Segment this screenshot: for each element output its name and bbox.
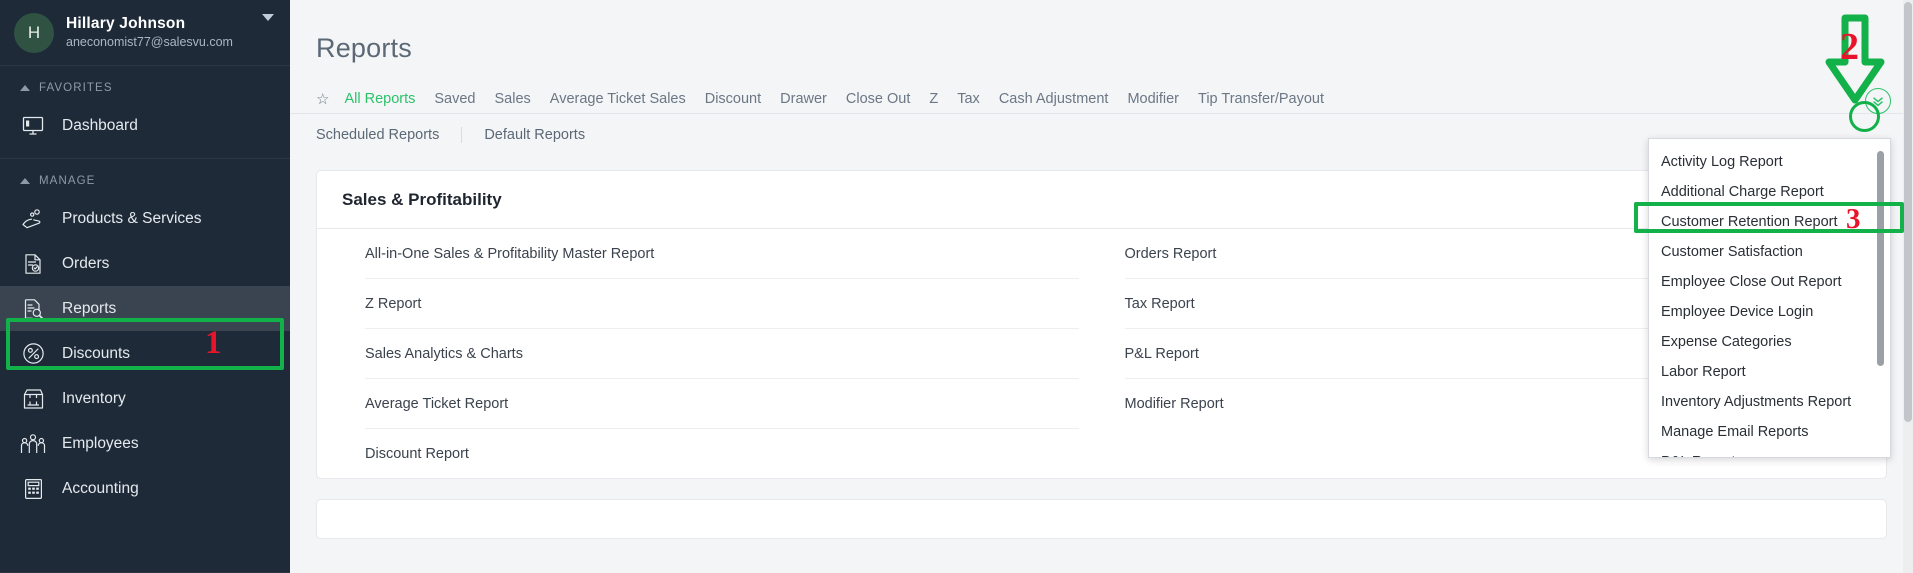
chevron-up-icon — [20, 178, 30, 184]
tab-all-reports[interactable]: All Reports — [344, 91, 415, 107]
subtab-scheduled-reports[interactable]: Scheduled Reports — [316, 127, 461, 143]
report-link-discount[interactable]: Discount Report — [365, 429, 1079, 478]
report-link-sales-analytics[interactable]: Sales Analytics & Charts — [365, 329, 1079, 379]
sidebar-item-label: Employees — [62, 434, 139, 452]
dropdown-item-inventory-adjustments-report[interactable]: Inventory Adjustments Report — [1649, 387, 1890, 417]
reports-icon — [20, 297, 46, 321]
main-content: Reports ☆ All Reports Saved Sales Averag… — [290, 0, 1913, 573]
dropdown-scrollbar-thumb[interactable] — [1877, 151, 1884, 366]
user-email: aneconomist77@salesvu.com — [66, 35, 233, 50]
page-title: Reports — [316, 33, 412, 63]
tab-average-ticket-sales[interactable]: Average Ticket Sales — [550, 91, 686, 107]
chevron-down-icon[interactable] — [262, 14, 274, 21]
user-meta: Hillary Johnson aneconomist77@salesvu.co… — [66, 14, 233, 51]
sidebar: H Hillary Johnson aneconomist77@salesvu.… — [0, 0, 290, 573]
tab-tax[interactable]: Tax — [957, 91, 980, 107]
sidebar-item-discounts[interactable]: Discounts — [0, 331, 290, 376]
percent-icon — [20, 342, 46, 366]
dropdown-scrollbar[interactable] — [1877, 145, 1887, 435]
dropdown-item-manage-email-reports[interactable]: Manage Email Reports — [1649, 417, 1890, 447]
tab-drawer[interactable]: Drawer — [780, 91, 827, 107]
sidebar-item-label: Inventory — [62, 389, 126, 407]
inventory-icon — [20, 387, 46, 411]
user-name: Hillary Johnson — [66, 15, 186, 32]
sidebar-item-reports[interactable]: Reports — [0, 286, 290, 331]
sidebar-group-label: MANAGE — [39, 175, 96, 187]
report-link-all-in-one[interactable]: All-in-One Sales & Profitability Master … — [365, 229, 1079, 279]
page-scrollbar-thumb[interactable] — [1904, 2, 1912, 422]
dropdown-item-labor-report[interactable]: Labor Report — [1649, 357, 1890, 387]
tab-saved[interactable]: Saved — [434, 91, 475, 107]
tab-discount[interactable]: Discount — [705, 91, 761, 107]
report-link-z-report[interactable]: Z Report — [365, 279, 1079, 329]
sidebar-group-manage[interactable]: MANAGE — [0, 159, 290, 196]
sidebar-item-label: Discounts — [62, 344, 131, 362]
avatar: H — [14, 12, 54, 53]
report-tabs: ☆ All Reports Saved Sales Average Ticket… — [290, 64, 1913, 112]
sidebar-item-accounting[interactable]: Accounting — [0, 466, 290, 511]
tabs-underline — [290, 113, 1913, 114]
products-icon — [20, 207, 46, 231]
report-link-average-ticket[interactable]: Average Ticket Report — [365, 379, 1079, 429]
card-left-column: All-in-One Sales & Profitability Master … — [342, 229, 1102, 478]
next-card-partial — [316, 499, 1887, 539]
tab-z[interactable]: Z — [929, 91, 938, 107]
dropdown-item-employee-device-login[interactable]: Employee Device Login — [1649, 297, 1890, 327]
dropdown-item-additional-charge-report[interactable]: Additional Charge Report — [1649, 177, 1890, 207]
sidebar-item-label: Orders — [62, 254, 110, 272]
sidebar-item-inventory[interactable]: Inventory — [0, 376, 290, 421]
sidebar-item-orders[interactable]: Orders — [0, 241, 290, 286]
sidebar-item-label: Accounting — [62, 479, 139, 497]
sidebar-group-label: FAVORITES — [39, 82, 113, 94]
dropdown-list: Activity Log Report Additional Charge Re… — [1649, 139, 1890, 457]
star-icon[interactable]: ☆ — [316, 92, 329, 107]
sidebar-item-dashboard[interactable]: Dashboard — [0, 103, 290, 148]
sidebar-item-label: Reports — [62, 299, 117, 317]
tab-close-out[interactable]: Close Out — [846, 91, 910, 107]
tab-cash-adjustment[interactable]: Cash Adjustment — [999, 91, 1109, 107]
expand-reports-chevron-button[interactable] — [1865, 88, 1891, 114]
calculator-icon — [20, 477, 46, 501]
dropdown-item-customer-satisfaction[interactable]: Customer Satisfaction — [1649, 237, 1890, 267]
sidebar-item-label: Products & Services — [62, 209, 202, 227]
subtab-default-reports[interactable]: Default Reports — [461, 127, 607, 143]
page-scrollbar[interactable] — [1903, 0, 1913, 573]
orders-icon — [20, 252, 46, 276]
chevron-up-icon — [20, 85, 30, 91]
tab-sales[interactable]: Sales — [495, 91, 531, 107]
sidebar-group-favorites[interactable]: FAVORITES — [0, 66, 290, 103]
dropdown-item-employee-close-out-report[interactable]: Employee Close Out Report — [1649, 267, 1890, 297]
dropdown-item-pl-report[interactable]: P&L Report — [1649, 447, 1890, 457]
tab-tip-transfer-payout[interactable]: Tip Transfer/Payout — [1198, 91, 1324, 107]
monitor-icon — [20, 114, 46, 138]
reports-dropdown-menu[interactable]: Activity Log Report Additional Charge Re… — [1648, 138, 1891, 458]
app-root: H Hillary Johnson aneconomist77@salesvu.… — [0, 0, 1913, 573]
dropdown-item-activity-log-report[interactable]: Activity Log Report — [1649, 147, 1890, 177]
sidebar-item-label: Dashboard — [62, 116, 138, 134]
sidebar-item-products-services[interactable]: Products & Services — [0, 196, 290, 241]
employees-icon — [20, 432, 46, 456]
dropdown-item-customer-retention-report[interactable]: Customer Retention Report — [1649, 207, 1890, 237]
user-account-header[interactable]: H Hillary Johnson aneconomist77@salesvu.… — [0, 0, 290, 66]
sidebar-item-employees[interactable]: Employees — [0, 421, 290, 466]
tab-modifier[interactable]: Modifier — [1127, 91, 1179, 107]
dropdown-item-expense-categories[interactable]: Expense Categories — [1649, 327, 1890, 357]
chevron-double-down-icon — [1873, 97, 1883, 107]
